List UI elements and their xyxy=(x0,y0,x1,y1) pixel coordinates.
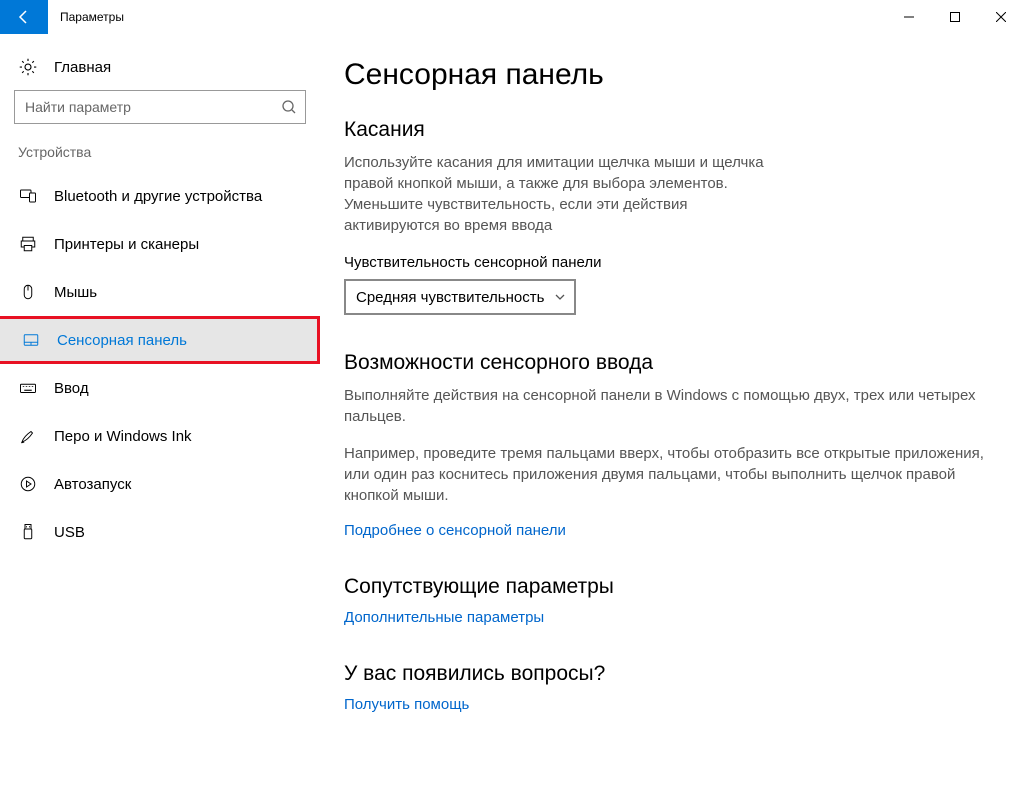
back-button[interactable] xyxy=(0,0,48,34)
sidebar-item-label: Автозапуск xyxy=(54,476,131,493)
minimize-button[interactable] xyxy=(886,0,932,34)
gestures-body2: Например, проведите тремя пальцами вверх… xyxy=(344,443,984,506)
dropdown-value: Средняя чувствительность xyxy=(356,289,544,306)
keyboard-icon xyxy=(18,379,38,397)
printer-icon xyxy=(18,235,38,253)
related-heading: Сопутствующие параметры xyxy=(344,575,996,599)
sidebar-item-typing[interactable]: Ввод xyxy=(0,364,320,412)
section-help: У вас появились вопросы? Получить помощь xyxy=(344,662,996,713)
sensitivity-label: Чувствительность сенсорной панели xyxy=(344,254,996,271)
sidebar-item-label: Ввод xyxy=(54,380,89,397)
help-heading: У вас появились вопросы? xyxy=(344,662,996,686)
home-link[interactable]: Главная xyxy=(0,50,320,90)
window-title: Параметры xyxy=(48,0,124,34)
pen-icon xyxy=(18,427,38,445)
taps-body: Используйте касания для имитации щелчка … xyxy=(344,152,774,236)
get-help-link[interactable]: Получить помощь xyxy=(344,696,996,713)
section-taps: Касания Используйте касания для имитации… xyxy=(344,118,996,315)
learn-more-link[interactable]: Подробнее о сенсорной панели xyxy=(344,522,996,539)
sidebar: Главная Устройства Bluetooth и другие ус… xyxy=(0,34,320,800)
main-content: Сенсорная панель Касания Используйте кас… xyxy=(320,34,1024,800)
maximize-button[interactable] xyxy=(932,0,978,34)
sidebar-item-label: Сенсорная панель xyxy=(57,332,187,349)
sidebar-item-label: Перо и Windows Ink xyxy=(54,428,192,445)
sidebar-item-label: Bluetooth и другие устройства xyxy=(54,188,262,205)
devices-icon xyxy=(18,187,38,205)
gear-icon xyxy=(18,58,38,76)
sidebar-item-usb[interactable]: USB xyxy=(0,508,320,556)
sidebar-item-touchpad[interactable]: Сенсорная панель xyxy=(0,316,320,364)
advanced-link[interactable]: Дополнительные параметры xyxy=(344,609,996,626)
titlebar: Параметры xyxy=(0,0,1024,34)
page-title: Сенсорная панель xyxy=(344,58,996,92)
close-button[interactable] xyxy=(978,0,1024,34)
sidebar-item-label: Принтеры и сканеры xyxy=(54,236,199,253)
category-label: Устройства xyxy=(0,144,320,172)
home-label: Главная xyxy=(54,59,111,76)
sidebar-item-label: Мышь xyxy=(54,284,97,301)
gestures-body1: Выполняйте действия на сенсорной панели … xyxy=(344,385,984,427)
sidebar-item-label: USB xyxy=(54,524,85,541)
chevron-down-icon xyxy=(554,291,566,303)
gestures-heading: Возможности сенсорного ввода xyxy=(344,351,996,375)
section-related: Сопутствующие параметры Дополнительные п… xyxy=(344,575,996,626)
sidebar-item-mouse[interactable]: Мышь xyxy=(0,268,320,316)
search-input[interactable] xyxy=(25,99,281,115)
sidebar-item-bluetooth[interactable]: Bluetooth и другие устройства xyxy=(0,172,320,220)
sidebar-item-pen[interactable]: Перо и Windows Ink xyxy=(0,412,320,460)
search-icon xyxy=(281,99,297,115)
sidebar-item-autoplay[interactable]: Автозапуск xyxy=(0,460,320,508)
taps-heading: Касания xyxy=(344,118,996,142)
sensitivity-dropdown[interactable]: Средняя чувствительность xyxy=(344,279,576,315)
touchpad-icon xyxy=(21,331,41,349)
autoplay-icon xyxy=(18,475,38,493)
mouse-icon xyxy=(18,283,38,301)
usb-icon xyxy=(18,523,38,541)
search-box[interactable] xyxy=(14,90,306,124)
section-gestures: Возможности сенсорного ввода Выполняйте … xyxy=(344,351,996,539)
sidebar-item-printers[interactable]: Принтеры и сканеры xyxy=(0,220,320,268)
